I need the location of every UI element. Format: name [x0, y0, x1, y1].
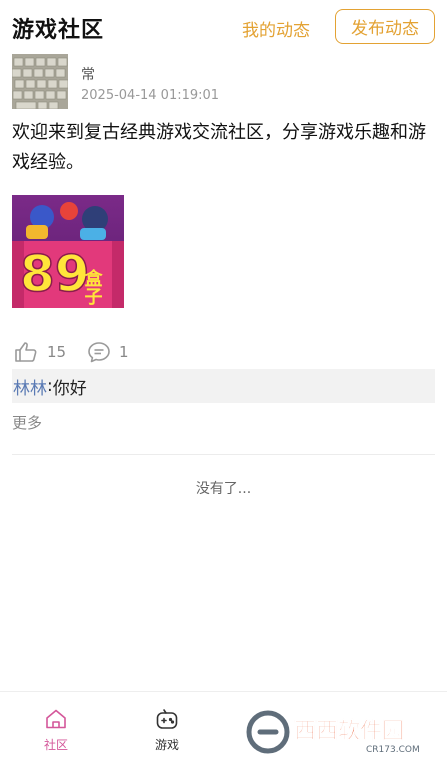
comment-author[interactable]: 林林	[13, 374, 47, 399]
watermark-text: 西西软件园	[294, 718, 404, 744]
page-title: 游戏社区	[12, 18, 105, 43]
tab-label: 社区	[43, 738, 68, 752]
my-feed-link[interactable]: 我的动态	[242, 16, 310, 41]
avatar[interactable]	[12, 54, 68, 109]
end-of-list-text: 没有了...	[195, 481, 252, 497]
watermark: 西西软件园 CR173.COM	[246, 704, 430, 756]
box89-chars: 盒子	[82, 268, 103, 305]
tab-community[interactable]: 社区	[11, 692, 101, 762]
post-timestamp: 2025-04-14 01:19:01	[81, 88, 220, 103]
comment-icon[interactable]	[87, 340, 111, 364]
comment-text: 你好	[52, 378, 87, 399]
comment-count: 1	[119, 343, 129, 361]
tab-label: 游戏	[154, 738, 179, 752]
divider	[12, 454, 435, 455]
box89-logo-icon: 89 盒子	[12, 195, 124, 308]
watermark-subtext: CR173.COM	[366, 745, 420, 755]
post-image[interactable]: 89 盒子	[12, 195, 124, 308]
comment-item: 林林: 你好	[12, 369, 435, 403]
box89-number: 89	[20, 245, 90, 303]
publish-button[interactable]: 发布动态	[335, 9, 435, 44]
xixi-watermark-logo-icon: 西西软件园 CR173.COM	[246, 710, 420, 755]
like-icon[interactable]	[14, 340, 38, 364]
header: 游戏社区 我的动态 发布动态	[0, 0, 447, 54]
home-icon	[44, 707, 68, 731]
keyboard-photo-icon	[12, 54, 68, 109]
tab-games[interactable]: 游戏	[122, 692, 212, 762]
more-comments-link[interactable]: 更多	[12, 412, 42, 433]
username[interactable]: 常	[81, 64, 95, 84]
like-count: 15	[47, 343, 67, 361]
post-text: 欢迎来到复古经典游戏交流社区，分享游戏乐趣和游戏经验。	[12, 122, 426, 173]
gamepad-icon	[155, 707, 179, 731]
